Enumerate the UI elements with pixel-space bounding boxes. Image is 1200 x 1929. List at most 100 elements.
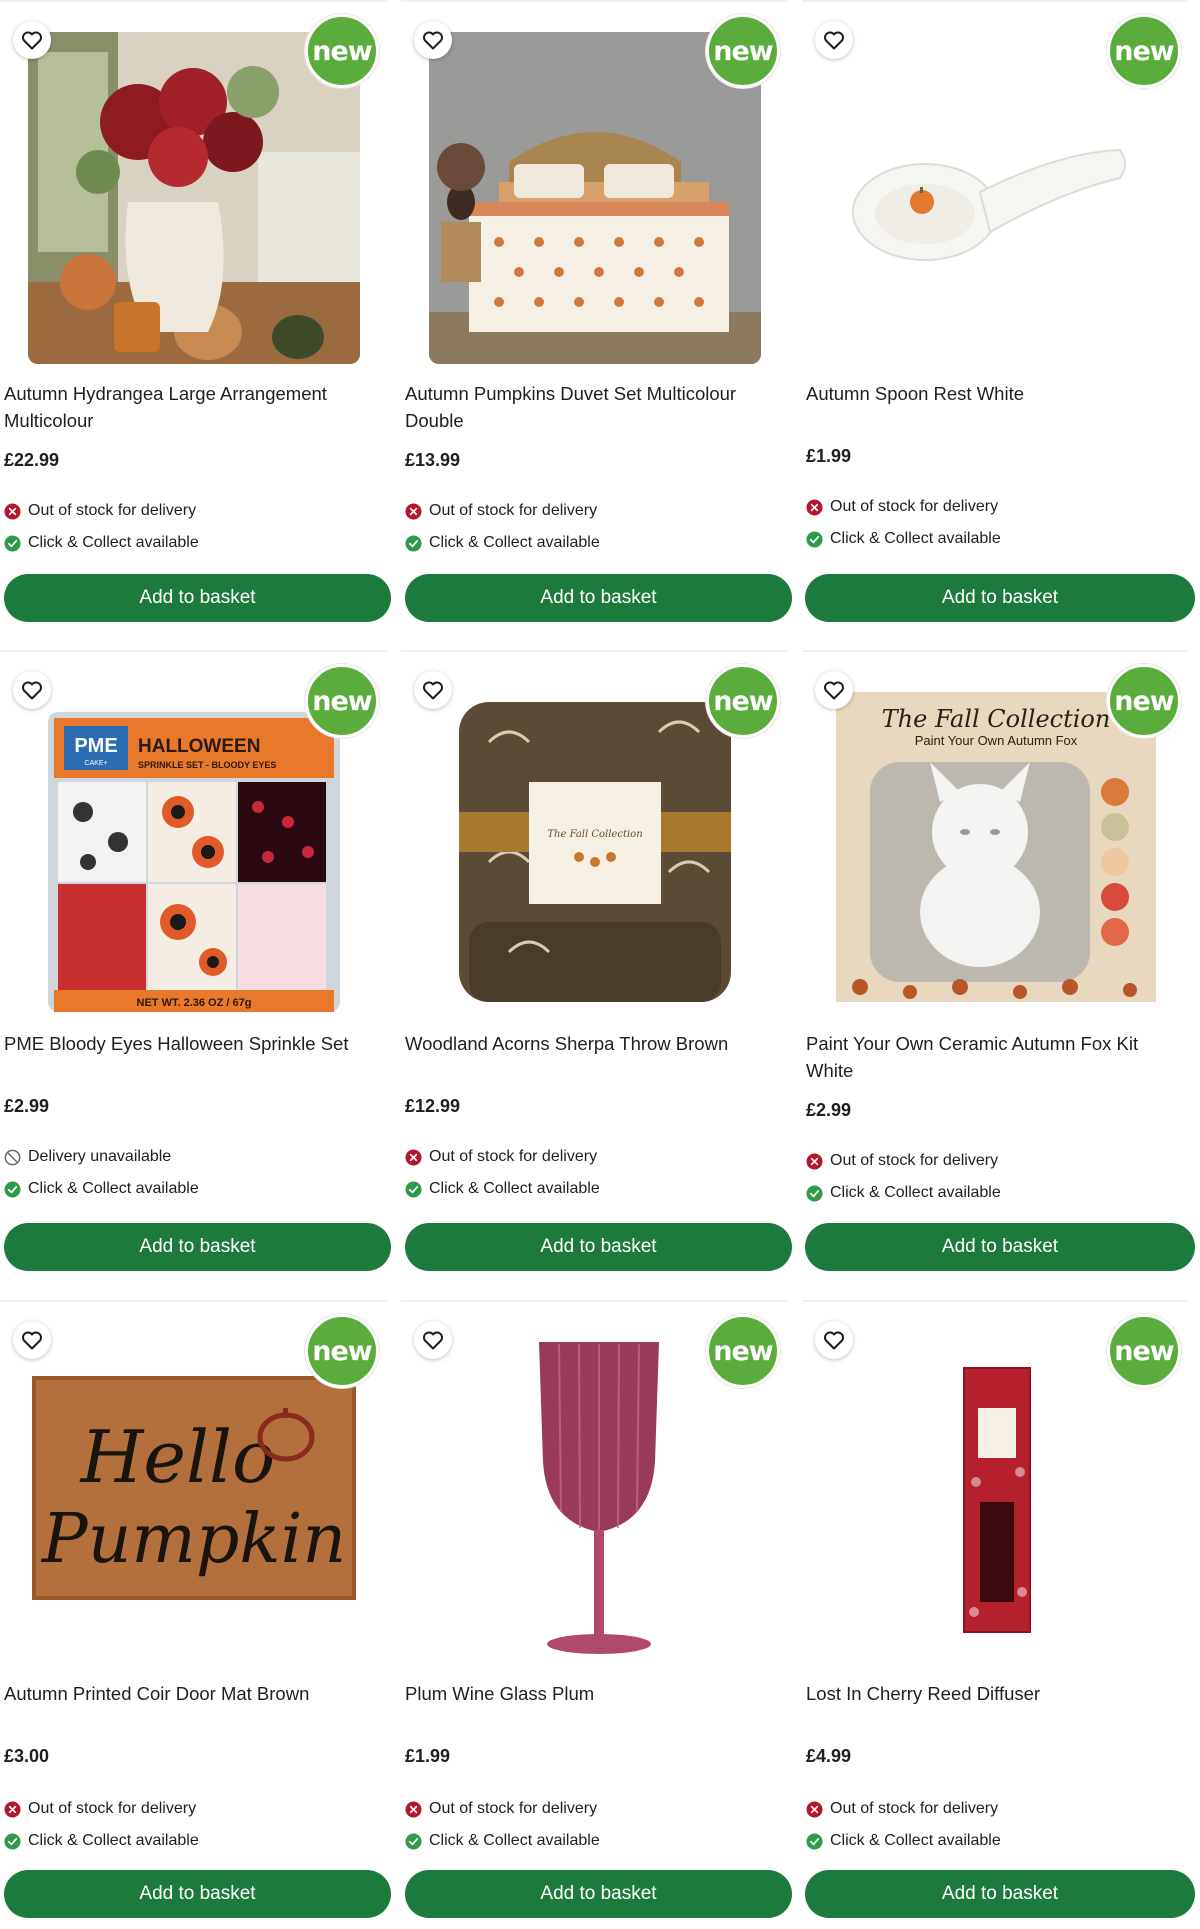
product-image-door-mat[interactable]: Hello Pumpkin [28,1332,360,1664]
delivery-status-text: Delivery unavailable [28,1148,172,1165]
add-to-basket-button[interactable]: Add to basket [805,1870,1195,1918]
product-image-area[interactable]: new [0,6,387,373]
wishlist-button[interactable] [414,1321,452,1359]
product-title[interactable]: Autumn Spoon Rest White [806,380,1184,407]
sprinkle-brand-sub-text: CAKE+ [84,760,107,767]
delivery-status-text: Out of stock for delivery [28,1800,197,1817]
collect-status: Click & Collect available [405,534,600,552]
product-image-duvet[interactable] [429,32,761,364]
product-price: £2.99 [4,1096,50,1116]
check-circle-icon [806,1832,823,1850]
add-to-basket-button[interactable]: Add to basket [805,1223,1195,1271]
product-title[interactable]: Autumn Pumpkins Duvet Set Multicolour Do… [405,380,783,434]
delivery-status-text: Out of stock for delivery [28,502,197,519]
product-image-area[interactable]: new [401,1306,788,1673]
heart-icon [423,1331,443,1350]
delivery-status-text: Out of stock for delivery [830,1800,999,1817]
card-divider [0,0,387,2]
new-badge: new [706,14,780,88]
wine-glass-image [429,1332,761,1664]
delivery-status: Out of stock for delivery [4,1800,196,1818]
collect-status-text: Click & Collect available [28,1180,199,1197]
check-circle-icon [405,1832,422,1850]
card-divider [0,1300,387,1302]
heart-icon [824,31,844,50]
add-to-basket-button[interactable]: Add to basket [405,1223,792,1271]
add-to-basket-button[interactable]: Add to basket [405,574,792,622]
add-to-basket-button[interactable]: Add to basket [405,1870,792,1918]
new-badge: new [706,664,780,738]
mat-line1-text: Hello [79,1415,276,1499]
wishlist-button[interactable] [13,671,51,709]
collect-status: Click & Collect available [4,1832,199,1850]
product-title[interactable]: Plum Wine Glass Plum [405,1680,783,1707]
product-image-hydrangea[interactable] [28,32,360,364]
product-image-area[interactable]: PME CAKE+ HALLOWEEN SPRINKLE SET - BLOOD… [0,656,387,1023]
product-image-fox-kit[interactable]: The Fall Collection Paint Your Own Autum… [830,682,1162,1014]
heart-icon [423,681,443,700]
fox-heading-text: The Fall Collection [882,705,1111,733]
door-mat-image: Hello Pumpkin [28,1332,360,1664]
check-circle-icon [4,1832,21,1850]
product-price: £4.99 [806,1746,852,1766]
fox-sub-text: Paint Your Own Autumn Fox [915,733,1078,748]
wishlist-button[interactable] [13,21,51,59]
wishlist-button[interactable] [414,671,452,709]
collect-status-text: Click & Collect available [28,534,199,551]
product-title[interactable]: Autumn Printed Coir Door Mat Brown [4,1680,382,1707]
heart-icon [824,1331,844,1350]
product-title[interactable]: Woodland Acorns Sherpa Throw Brown [405,1030,783,1057]
product-image-area[interactable]: The Fall Collection new [401,656,788,1023]
new-badge: new [305,664,379,738]
add-to-basket-button[interactable]: Add to basket [4,1223,391,1271]
collect-status: Click & Collect available [806,530,1001,548]
product-image-reed-diffuser[interactable] [830,1332,1162,1664]
wishlist-button[interactable] [414,21,452,59]
wishlist-button[interactable] [815,1321,853,1359]
card-divider [802,1300,1189,1302]
cross-circle-icon [405,1800,422,1818]
delivery-status: Out of stock for delivery [405,1148,597,1166]
product-price: £1.99 [806,446,852,466]
sprinkle-set-image: PME CAKE+ HALLOWEEN SPRINKLE SET - BLOOD… [28,682,360,1014]
sprinkle-heading-text: HALLOWEEN [138,736,260,757]
cross-circle-icon [4,502,21,520]
collect-status-text: Click & Collect available [830,530,1001,547]
add-to-basket-button[interactable]: Add to basket [4,574,391,622]
product-title[interactable]: PME Bloody Eyes Halloween Sprinkle Set [4,1030,382,1057]
product-image-area[interactable]: new [401,6,788,373]
product-title[interactable]: Autumn Hydrangea Large Arrangement Multi… [4,380,382,434]
product-image-area[interactable]: Hello Pumpkin new [0,1306,387,1673]
cross-circle-icon [4,1800,21,1818]
add-to-basket-button[interactable]: Add to basket [805,574,1195,622]
add-to-basket-button[interactable]: Add to basket [4,1870,391,1918]
unavailable-icon [4,1149,21,1165]
wishlist-button[interactable] [815,671,853,709]
product-image-area[interactable]: The Fall Collection Paint Your Own Autum… [802,656,1189,1023]
throw-label-text: The Fall Collection [547,829,642,840]
card-divider [802,650,1189,652]
product-image-wine-glass[interactable] [429,1332,761,1664]
wishlist-button[interactable] [13,1321,51,1359]
product-image-sherpa-throw[interactable]: The Fall Collection [429,682,761,1014]
product-title[interactable]: Lost In Cherry Reed Diffuser [806,1680,1184,1707]
cross-circle-icon [405,502,422,520]
delivery-status-text: Out of stock for delivery [429,1800,598,1817]
collect-status: Click & Collect available [4,1180,199,1198]
check-circle-icon [405,534,422,552]
product-title[interactable]: Paint Your Own Ceramic Autumn Fox Kit Wh… [806,1030,1184,1084]
delivery-status: Delivery unavailable [4,1148,171,1166]
card-divider [0,650,387,652]
hydrangea-vase-image [28,32,360,364]
product-image-spoon-rest[interactable] [830,32,1162,364]
cross-circle-icon [806,1152,823,1170]
check-circle-icon [4,1180,21,1198]
delivery-status: Out of stock for delivery [405,502,597,520]
spoon-rest-image [830,32,1162,364]
product-image-sprinkle-set[interactable]: PME CAKE+ HALLOWEEN SPRINKLE SET - BLOOD… [28,682,360,1014]
wishlist-button[interactable] [815,21,853,59]
cross-circle-icon [806,498,823,516]
check-circle-icon [806,530,823,548]
product-image-area[interactable]: new [802,1306,1189,1673]
product-image-area[interactable]: new [802,6,1189,373]
